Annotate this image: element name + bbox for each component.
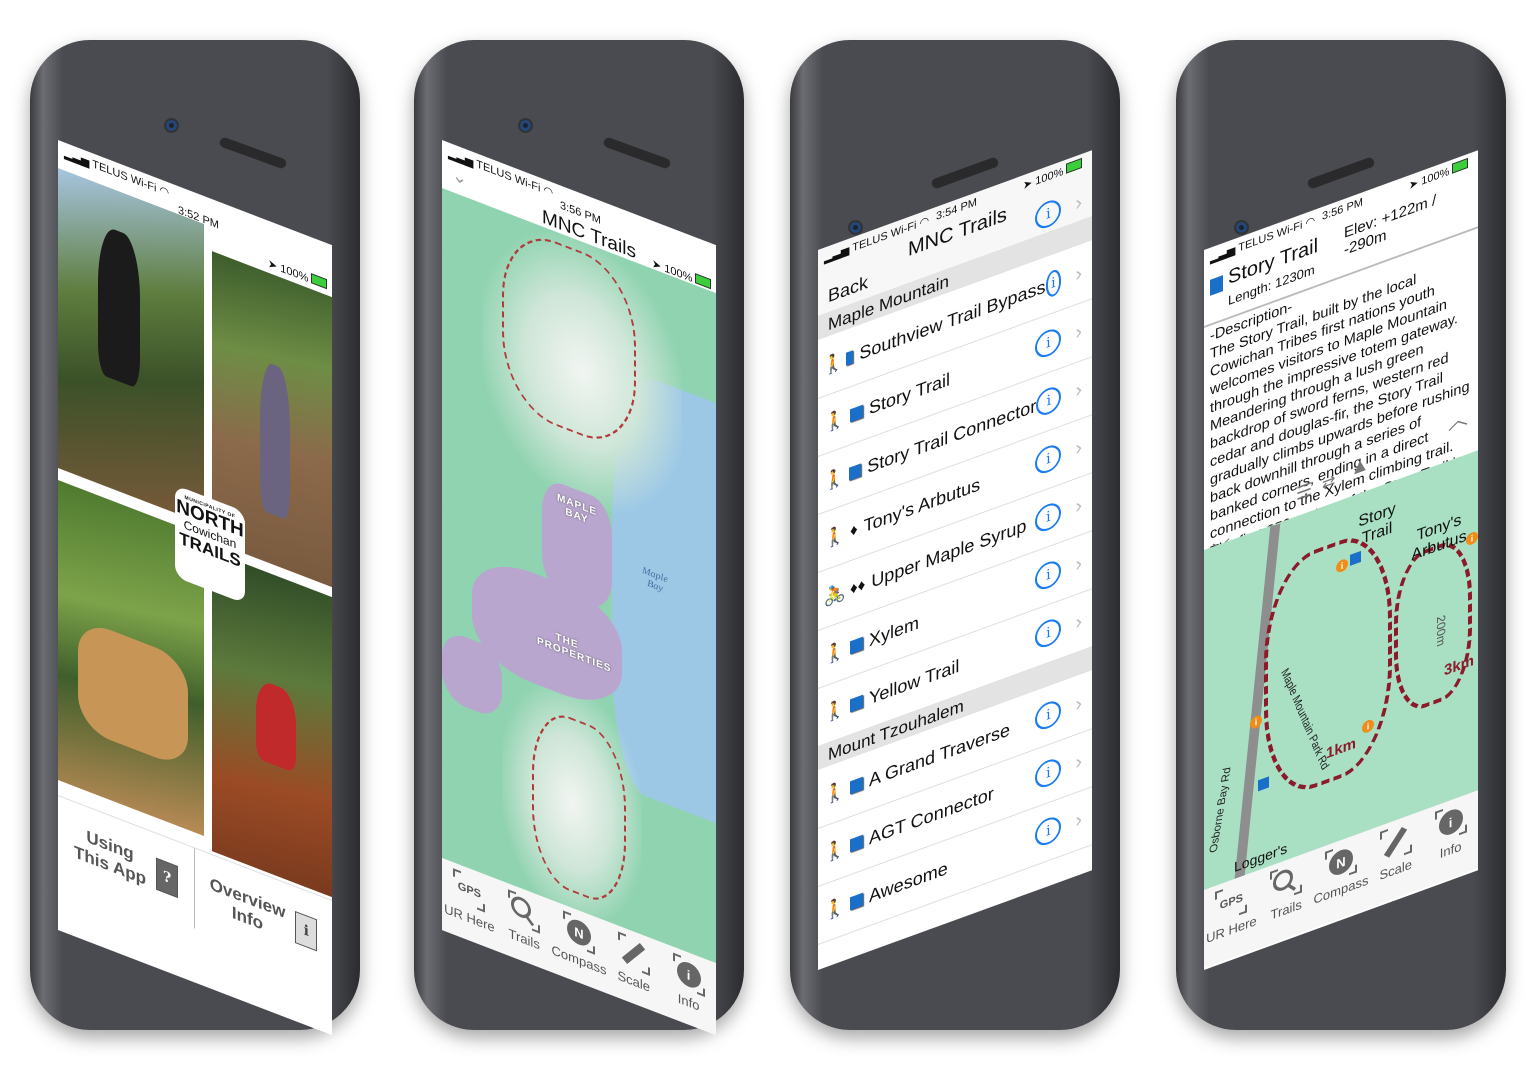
signal-icon: ▂▃▅	[64, 147, 90, 170]
chevron-right-icon: ›	[1075, 261, 1082, 286]
toolbar-label: Info	[1439, 838, 1462, 862]
photo-mountain-biker	[212, 551, 332, 898]
contour-label: 200m	[1434, 613, 1449, 649]
toolbar-scale[interactable]: Scale	[608, 928, 660, 999]
chevron-right-icon: ›	[1075, 551, 1082, 576]
toolbar-ur-here[interactable]: GPS UR Here	[1205, 877, 1257, 947]
toolbar-ur-here[interactable]: GPS UR Here	[443, 865, 495, 936]
road-label-osborne-bay: Osborne Bay Rd	[1207, 766, 1234, 854]
hiker-cyclist-icon: 🚶	[823, 464, 846, 493]
info-icon[interactable]: i	[1035, 755, 1062, 791]
screen: ▂▃▅ TELUS Wi-Fi ◠ 3:52 PM ➤ 100% MUNICIP…	[58, 140, 332, 1036]
screen: ▂▃▅ TELUS Wi-Fi ◠ ⌄ 3:56 PM MNC Trails ➤…	[442, 140, 716, 1036]
toolbar-trails[interactable]: Trails	[1260, 857, 1312, 927]
info-icon[interactable]: i	[1035, 557, 1062, 593]
screen: ▂▃▅ TELUS Wi-Fi ◠ 3:56 PM ➤ 100% Story T…	[1204, 150, 1478, 970]
location-icon: ➤	[1023, 177, 1033, 193]
battery-icon	[311, 273, 328, 290]
info-icon[interactable]: i	[1036, 383, 1062, 419]
info-icon[interactable]: i	[1035, 615, 1062, 651]
wifi-icon: ◠	[543, 183, 554, 200]
info-icon[interactable]: i	[1035, 325, 1062, 361]
battery-icon	[1452, 157, 1469, 174]
info-icon[interactable]: i	[1045, 267, 1062, 300]
difficulty-blue-square-icon	[1210, 275, 1223, 296]
blue-square-icon	[850, 636, 863, 654]
blue-square-icon	[846, 349, 854, 366]
wifi-icon: ◠	[919, 214, 930, 231]
hiker-cyclist-icon: 🚶	[823, 638, 847, 667]
info-icon: i	[1435, 800, 1467, 844]
black-diamond-icon: ♦	[850, 520, 858, 540]
chevron-right-icon: ›	[1075, 807, 1082, 832]
hiker-icon: 🚶	[823, 696, 847, 725]
toolbar-trails[interactable]: Trails	[498, 886, 550, 957]
blue-square-icon	[850, 834, 863, 852]
front-camera	[848, 220, 863, 235]
info-icon[interactable]: i	[1035, 499, 1062, 535]
collapse-chevron-button[interactable]: ⌄	[452, 164, 467, 191]
cyclist-icon: 🚴	[823, 580, 847, 609]
info-book-icon: i	[295, 911, 318, 952]
hiker-cyclist-icon: 🚶	[823, 406, 847, 435]
gps-glyph: GPS	[1219, 891, 1243, 913]
front-camera	[518, 118, 533, 133]
chevron-right-icon: ›	[1075, 190, 1082, 215]
toolbar-compass[interactable]: N Compass	[1314, 837, 1368, 907]
toolbar-scale[interactable]: Scale	[1370, 817, 1422, 887]
battery-percent: 100%	[1035, 165, 1064, 188]
chevron-right-icon: ›	[1075, 609, 1082, 634]
toolbar-info[interactable]: i Info	[1425, 797, 1477, 867]
chevron-right-icon: ›	[1075, 377, 1082, 402]
compass-glyph: N	[566, 915, 591, 950]
blue-square-icon	[850, 776, 863, 794]
chevron-right-icon: ›	[1075, 493, 1082, 518]
front-camera	[1234, 220, 1249, 235]
chevron-right-icon: ›	[1075, 749, 1082, 774]
chevron-right-icon: ›	[1075, 691, 1082, 716]
blue-square-icon	[850, 404, 863, 422]
hiker-cyclist-icon: 🚶	[823, 522, 847, 551]
hiker-cyclist-icon: 🚶	[823, 778, 847, 807]
blue-square-icon	[848, 462, 862, 481]
toolbar-compass[interactable]: N Compass	[552, 907, 606, 978]
hiker-cyclist-icon: 🚶	[823, 836, 847, 865]
info-icon[interactable]: i	[1035, 813, 1062, 849]
signal-icon: ▂▃▅	[824, 243, 850, 265]
info-icon[interactable]: i	[1035, 196, 1062, 232]
battery-icon	[1066, 157, 1083, 174]
wifi-icon: ◠	[159, 183, 170, 200]
blue-square-icon	[850, 694, 863, 712]
trailhead-blue-square-icon	[1258, 776, 1269, 792]
front-camera	[164, 118, 179, 133]
trail-map[interactable]: MAPLE BAY THE PROPERTIES Maple Bay	[442, 188, 716, 964]
chevron-right-icon: ›	[1075, 319, 1082, 344]
hiker-cyclist-icon: 🚶	[823, 894, 847, 923]
location-icon: ➤	[268, 257, 278, 274]
info-glyph: i	[1438, 805, 1463, 839]
photo-trail-runner	[58, 168, 204, 525]
hiker-icon: 🚶	[822, 348, 845, 378]
toolbar-label: Info	[677, 990, 700, 1014]
info-icon[interactable]: i	[1035, 441, 1062, 477]
blue-square-icon	[850, 892, 863, 910]
map-label-story-trail: Story Trail	[1358, 500, 1396, 548]
double-black-diamond-icon: ♦♦	[850, 575, 866, 598]
help-book-icon: ?	[156, 857, 179, 899]
screen: ▂▃▅ TELUS Wi-Fi ◠ 3:54 PM ➤ 100% Back MN…	[818, 150, 1092, 970]
info-icon[interactable]: i	[1035, 697, 1062, 733]
toolbar-info[interactable]: i Info	[663, 949, 715, 1020]
compass-glyph: N	[1328, 845, 1353, 879]
gps-glyph: GPS	[457, 880, 481, 901]
chevron-right-icon: ›	[1075, 435, 1082, 460]
info-glyph: i	[676, 958, 701, 992]
